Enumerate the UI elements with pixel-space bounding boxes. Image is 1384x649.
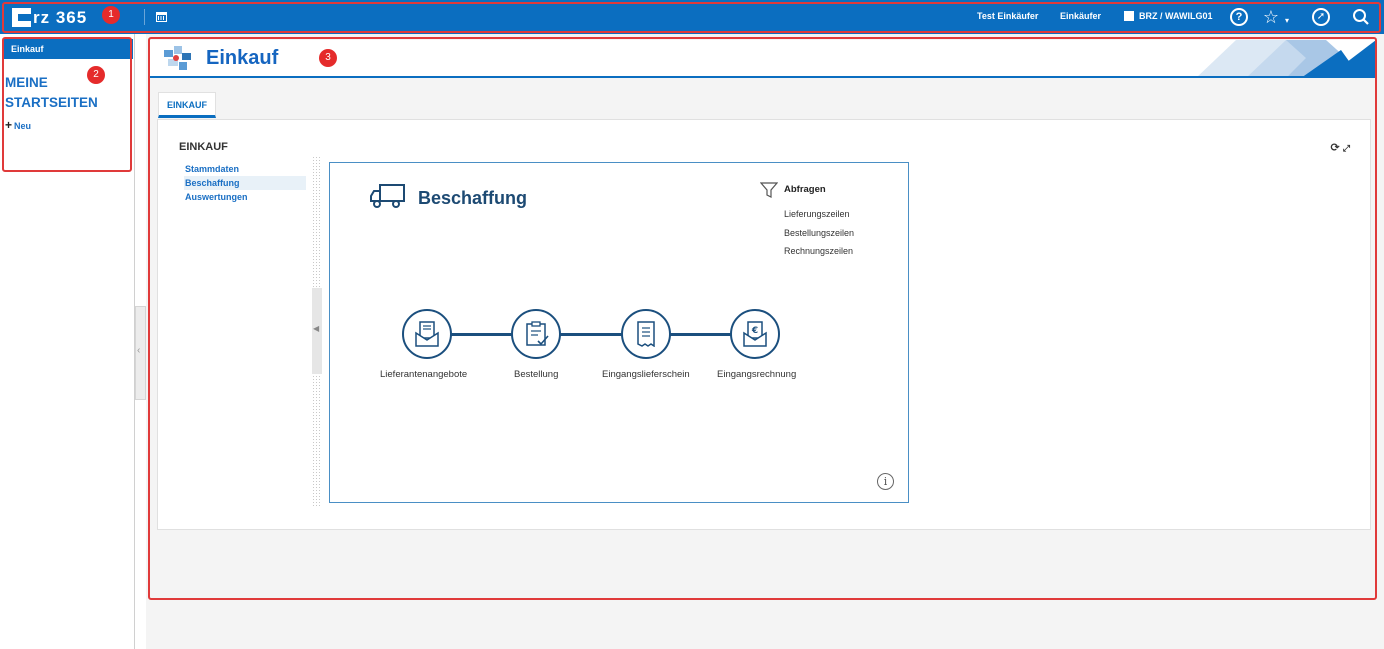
annotation-box-3 [148,37,1377,600]
annotation-badge-1: 1 [102,6,120,24]
annotation-badge-2: 2 [87,66,105,84]
sidebar-collapse-handle[interactable]: ‹ [135,306,146,400]
annotation-badge-3: 3 [319,49,337,67]
annotation-box-1 [2,2,1381,33]
annotation-box-2 [2,37,132,172]
chevron-left-icon: ‹ [137,345,141,356]
